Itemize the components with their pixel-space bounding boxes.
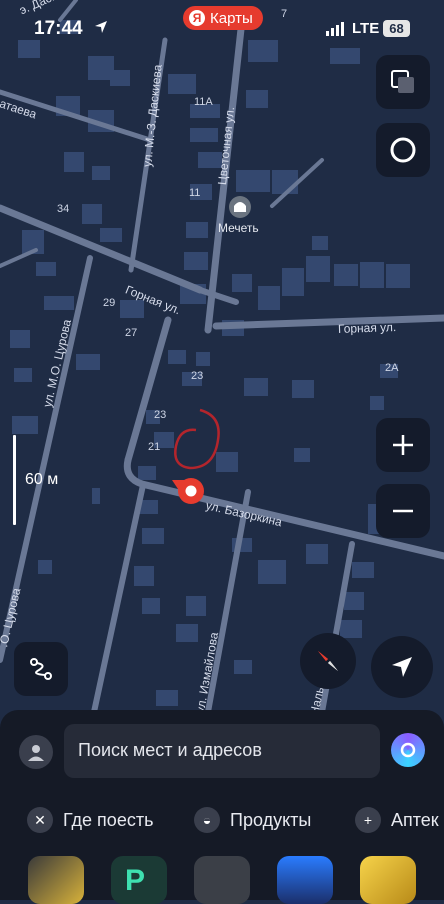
plus-icon: [393, 435, 413, 455]
network-type: LTE: [352, 20, 380, 37]
user-icon: [28, 745, 44, 761]
ring-icon: [390, 137, 416, 163]
house-number: 21: [148, 441, 161, 453]
chip-label: Аптек: [391, 809, 439, 830]
app-icon[interactable]: [194, 856, 250, 904]
my-location-button[interactable]: [371, 636, 433, 698]
chip-groceries[interactable]: ◒ Продукты: [194, 802, 311, 838]
yandex-logo-icon: Я: [189, 10, 205, 26]
navigator-app-icon[interactable]: [28, 856, 84, 904]
compass-icon: [318, 651, 338, 671]
scale-bar: [13, 435, 16, 525]
signal-icon: [326, 22, 344, 36]
chip-food[interactable]: ✕ Где поесть: [27, 802, 153, 838]
zoom-in-button[interactable]: [376, 418, 430, 472]
minus-icon: [393, 509, 413, 513]
compass-button[interactable]: [300, 633, 356, 689]
alice-map-button[interactable]: [376, 123, 430, 177]
house-number: 11А: [194, 96, 213, 108]
poi-label: Мечеть: [218, 221, 259, 235]
bottom-sheet: Поиск мест и адресов ✕ Где поесть ◒ Прод…: [0, 710, 444, 904]
street-label: Горная ул.: [337, 319, 397, 336]
battery-icon: 68: [383, 20, 410, 37]
route-icon: [30, 658, 52, 680]
search-field[interactable]: Поиск мест и адресов: [64, 724, 380, 778]
house-number: 2А: [385, 362, 399, 374]
plus-icon: +: [355, 807, 381, 833]
zoom-out-button[interactable]: [376, 484, 430, 538]
location-arrow-icon: [95, 21, 107, 33]
mosque-poi-icon[interactable]: [229, 196, 251, 218]
house-number: 23: [154, 409, 167, 421]
taxi-app-icon[interactable]: [360, 856, 416, 904]
layers-button[interactable]: [376, 55, 430, 109]
house-number: 29: [103, 297, 116, 309]
parking-app-icon[interactable]: P: [111, 856, 167, 904]
house-number: 27: [125, 327, 138, 339]
chip-label: Где поесть: [63, 809, 154, 830]
house-number: 34: [57, 203, 70, 215]
category-chips: ✕ Где поесть ◒ Продукты + Аптек: [0, 802, 444, 838]
route-button[interactable]: [14, 642, 68, 696]
alice-icon: [400, 742, 416, 758]
alice-voice-button[interactable]: [391, 733, 425, 767]
profile-avatar[interactable]: [19, 735, 53, 769]
scale-label: 60 м: [25, 471, 59, 488]
chip-label: Продукты: [230, 809, 312, 830]
app-shortcuts: P: [0, 856, 444, 904]
yandex-maps-badge[interactable]: Я Карты: [183, 6, 263, 30]
transport-app-icon[interactable]: [277, 856, 333, 904]
search-placeholder: Поиск мест и адресов: [78, 740, 262, 760]
fork-knife-icon: ✕: [27, 807, 53, 833]
clock: 17:44: [34, 18, 83, 39]
basket-icon: ◒: [194, 807, 220, 833]
layers-icon: [391, 70, 414, 93]
house-number: 23: [191, 370, 204, 382]
house-number: 11: [189, 187, 201, 199]
brand-label: Карты: [210, 9, 253, 27]
chip-pharmacy[interactable]: + Аптек: [355, 802, 439, 838]
navigation-arrow-icon: [392, 657, 412, 677]
